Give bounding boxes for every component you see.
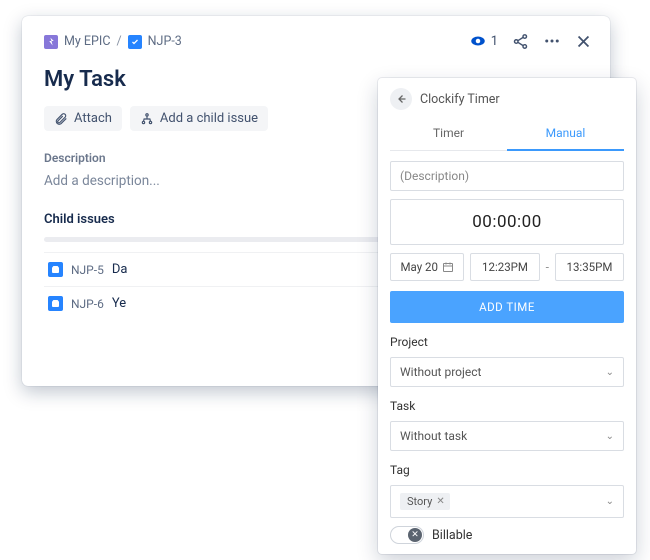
duration-field[interactable]: 00:00:00: [390, 199, 624, 245]
add-child-button[interactable]: Add a child issue: [130, 106, 268, 131]
tab-timer[interactable]: Timer: [390, 118, 507, 150]
child-key: NJP-5: [71, 263, 104, 277]
add-child-label: Add a child issue: [160, 111, 258, 126]
attach-button[interactable]: Attach: [44, 106, 122, 131]
description-field[interactable]: (Description): [390, 161, 624, 191]
task-icon: [128, 35, 142, 49]
tag-remove-icon[interactable]: ✕: [436, 496, 444, 507]
date-value: May 20: [401, 260, 438, 274]
time-separator: -: [546, 260, 549, 274]
task-label: Task: [390, 399, 624, 413]
task-value: Without task: [400, 429, 467, 443]
billable-label: Billable: [432, 528, 472, 543]
chevron-down-icon: ⌄: [606, 496, 614, 507]
project-value: Without project: [400, 365, 481, 379]
toggle-knob: ✕: [408, 528, 422, 542]
panel-header: Clockify Timer: [378, 78, 636, 118]
clockify-panel: Clockify Timer Timer Manual (Description…: [378, 78, 636, 554]
top-actions: 1: [469, 32, 592, 50]
billable-row: ✕ Billable: [390, 526, 624, 544]
watchers-button[interactable]: 1: [469, 32, 498, 50]
watchers-count: 1: [491, 34, 498, 49]
more-icon[interactable]: [543, 32, 561, 50]
project-label: Project: [390, 335, 624, 349]
add-time-button[interactable]: ADD TIME: [390, 291, 624, 323]
breadcrumb-separator: /: [116, 34, 121, 49]
share-icon[interactable]: [512, 33, 529, 50]
tag-chip-label: Story: [407, 495, 432, 508]
child-name: Da: [112, 262, 128, 277]
calendar-icon: [442, 261, 454, 273]
billable-toggle[interactable]: ✕: [390, 526, 424, 544]
tag-label: Tag: [390, 463, 624, 477]
panel-title: Clockify Timer: [420, 92, 500, 107]
chevron-down-icon: ⌄: [606, 367, 614, 378]
child-issues-label: Child issues: [44, 212, 115, 227]
back-icon[interactable]: [390, 88, 412, 110]
chevron-down-icon: ⌄: [606, 431, 614, 442]
child-name: Ye: [112, 296, 126, 311]
end-time-field[interactable]: 13:35PM: [555, 253, 624, 281]
start-time-field[interactable]: 12:23PM: [470, 253, 539, 281]
child-key: NJP-6: [71, 297, 104, 311]
panel-tabs: Timer Manual: [390, 118, 624, 151]
task-select[interactable]: Without task ⌄: [390, 421, 624, 451]
tag-select[interactable]: Story ✕ ⌄: [390, 485, 624, 518]
breadcrumb-epic[interactable]: My EPIC: [64, 34, 110, 49]
breadcrumb-issue-key[interactable]: NJP-3: [148, 34, 182, 49]
subtask-icon: [48, 296, 63, 311]
subtask-icon: [48, 262, 63, 277]
epic-icon: [44, 35, 58, 49]
tab-manual[interactable]: Manual: [507, 118, 624, 151]
project-select[interactable]: Without project ⌄: [390, 357, 624, 387]
tag-chip: Story ✕: [400, 493, 450, 510]
date-field[interactable]: May 20: [390, 253, 464, 281]
attach-label: Attach: [74, 111, 112, 126]
close-icon[interactable]: [575, 33, 592, 50]
